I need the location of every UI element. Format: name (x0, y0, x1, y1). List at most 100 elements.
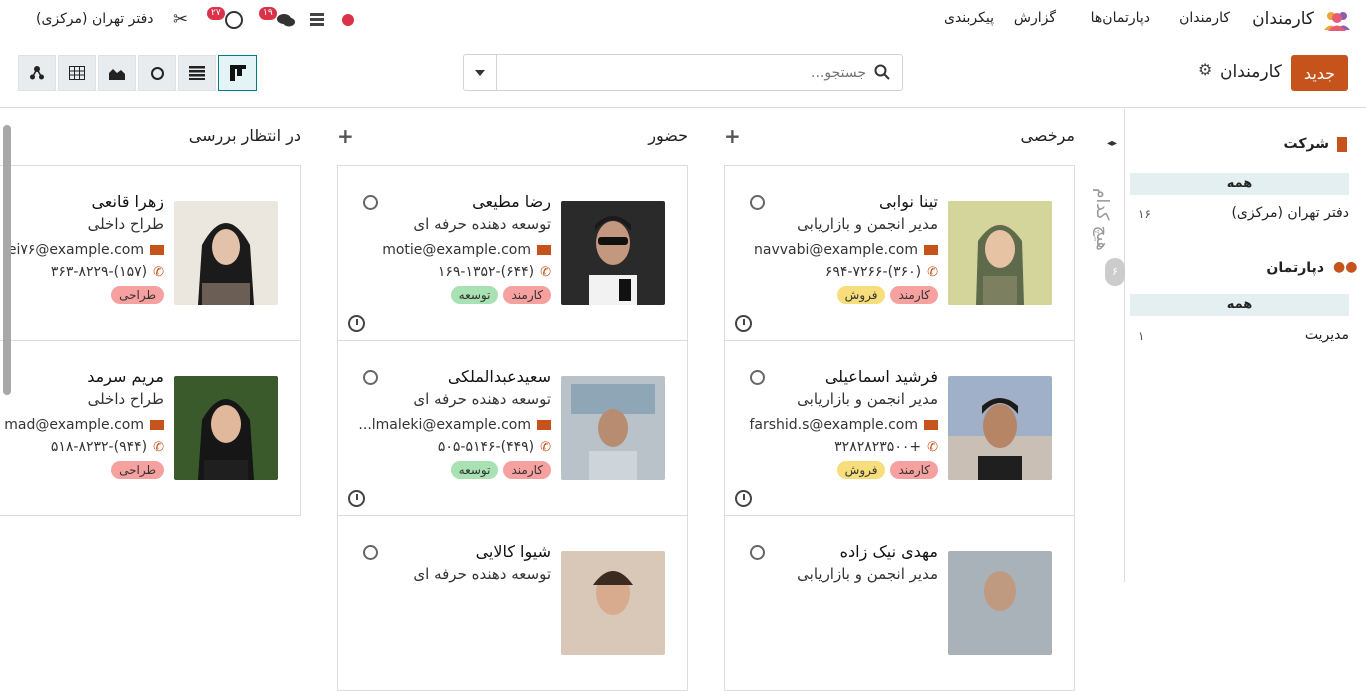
employee-card[interactable]: مهدی نیک زاده مدیر انجمن و بازاریابی (724, 515, 1075, 691)
company-filter-all[interactable]: همه (1130, 173, 1349, 195)
menu-departments[interactable]: دپارتمان‌ها (1091, 10, 1150, 26)
add-card-time-off-button[interactable]: + (724, 124, 741, 148)
new-button[interactable]: جدید (1291, 55, 1348, 91)
employee-card[interactable]: رضا مطیعی توسعه دهنده حرفه ای motie@exam… (337, 165, 688, 341)
email-text: mad@example.com (4, 417, 144, 433)
breadcrumb: کارمندان (1220, 62, 1282, 82)
employee-email[interactable]: farshid.s@example.com (738, 414, 938, 436)
search-panel: شرکت همه دفتر تهران (مرکزی) ۱۶ ●● دپارتم… (1124, 109, 1366, 582)
employee-job-title: مدیر انجمن و بازاریابی (797, 390, 938, 408)
employee-name: تینا نوابی (878, 192, 938, 211)
column-title-present: حضور (648, 126, 688, 145)
employee-email[interactable]: motie@example.com (351, 239, 551, 261)
presence-status-icon (363, 195, 378, 210)
employee-phone[interactable]: ✆ (۶۴۴)-۱۶۹-۱۳۵۲ (351, 261, 551, 283)
phone-text: (۶۴۴)-۱۶۹-۱۳۵۲ (437, 264, 535, 280)
employee-phone[interactable]: ✆ (۴۴۹)-۵۰۵-۵۱۴۶ (351, 436, 551, 458)
department-filter-title: دپارتمان (1266, 260, 1324, 276)
activity-clock-icon[interactable] (225, 11, 243, 29)
employee-tags: کارمند فروش (738, 461, 938, 479)
settings-gear-icon[interactable]: ⚙ (1198, 60, 1212, 79)
envelope-icon (537, 420, 551, 430)
activity-view-button[interactable] (138, 55, 176, 91)
employee-name: فرشید اسماعیلی (824, 367, 938, 386)
employee-avatar (561, 201, 665, 305)
company-filter-title: شرکت (1283, 136, 1329, 152)
employee-info: رضا مطیعی توسعه دهنده حرفه ای motie@exam… (351, 192, 551, 304)
chat-icon[interactable] (276, 11, 296, 29)
status-dot-icon[interactable] (342, 14, 354, 26)
tools-icon[interactable]: ✂ (173, 11, 188, 29)
presence-status-icon (363, 545, 378, 560)
add-card-present-button[interactable]: + (337, 124, 354, 148)
employee-card[interactable]: سعیدعبدالملکی توسعه دهنده حرفه ای lmalek… (337, 340, 688, 516)
employee-job-title: طراح داخلی (87, 215, 164, 233)
activity-clock-icon[interactable] (735, 490, 752, 507)
employee-email[interactable]: lmaleki@example.com... (351, 414, 551, 436)
activity-clock-icon[interactable] (348, 490, 365, 507)
employee-phone[interactable]: ✆ (۹۴۴)-۵۱۸-۸۲۳۲ (0, 436, 164, 458)
email-text: farshid.s@example.com (749, 417, 918, 433)
table-icon (69, 66, 85, 80)
menu-employees[interactable]: کارمندان (1179, 10, 1230, 26)
phone-text: (۴۴۹)-۵۰۵-۵۱۴۶ (437, 439, 535, 455)
employee-card[interactable]: تینا نوابی مدیر انجمن و بازاریابی navvab… (724, 165, 1075, 341)
database-icon[interactable] (310, 12, 324, 26)
employee-phone[interactable]: ✆ +۳۲۸۲۸۲۳۵۰۰ (738, 436, 938, 458)
employee-job-title: مدیر انجمن و بازاریابی (797, 215, 938, 233)
column-title-pending: در انتظار بررسی (188, 126, 301, 145)
employee-job-title: توسعه دهنده حرفه ای (413, 215, 551, 233)
clock-icon (150, 66, 164, 80)
search-options-toggle[interactable] (464, 55, 497, 90)
employee-tags: طراحی (0, 286, 164, 304)
activity-badge: ۲۷ (207, 7, 225, 20)
activity-clock-icon[interactable] (735, 315, 752, 332)
employee-email[interactable]: navvabi@example.com (738, 239, 938, 261)
area-chart-icon (109, 68, 125, 80)
employee-email[interactable]: mad@example.com (0, 414, 164, 436)
scrollbar[interactable] (3, 125, 11, 395)
phone-icon: ✆ (540, 264, 551, 280)
list-view-button[interactable] (178, 55, 216, 91)
employee-avatar (561, 551, 665, 655)
employee-card[interactable]: فرشید اسماعیلی مدیر انجمن و بازاریابی fa… (724, 340, 1075, 516)
employee-tags: کارمند توسعه (351, 286, 551, 304)
employee-card[interactable]: مریم سرمد طراح داخلی mad@example.com ✆ (۹… (0, 340, 301, 516)
employee-tags: کارمند توسعه (351, 461, 551, 479)
presence-status-icon (750, 195, 765, 210)
expand-arrows-icon[interactable]: ◂▸ (1107, 138, 1117, 149)
app-name[interactable]: کارمندان (1252, 9, 1314, 29)
email-text: navvabi@example.com (754, 242, 918, 258)
search-icon[interactable] (874, 64, 890, 80)
company-switcher[interactable]: دفتر تهران (مرکزی) (36, 11, 154, 27)
employee-card[interactable]: زهرا قانعی طراح داخلی ei۷۶@example.com ✆… (0, 165, 301, 341)
hierarchy-view-button[interactable] (18, 55, 56, 91)
company-filter-item[interactable]: دفتر تهران (مرکزی) (1231, 205, 1349, 221)
employee-info: زهرا قانعی طراح داخلی ei۷۶@example.com ✆… (0, 192, 164, 304)
folded-column[interactable]: ◂▸ هیچ کدام ۶ (1092, 138, 1125, 438)
presence-status-icon (750, 370, 765, 385)
phone-icon: ✆ (927, 264, 938, 280)
graph-view-button[interactable] (98, 55, 136, 91)
department-filter-all[interactable]: همه (1130, 294, 1349, 316)
kanban-view-button[interactable] (218, 55, 257, 91)
employee-name: سعیدعبدالملکی (447, 367, 551, 386)
envelope-icon (924, 420, 938, 430)
employee-phone[interactable]: ✆ (۳۶۰)-۶۹۴-۷۲۶۶ (738, 261, 938, 283)
employee-job-title: توسعه دهنده حرفه ای (413, 390, 551, 408)
employee-phone[interactable]: ✆ (۱۵۷)-۳۶۳-۸۲۲۹ (0, 261, 164, 283)
app-logo-icon[interactable] (1322, 9, 1352, 31)
envelope-icon (150, 245, 164, 255)
employee-job-title: طراح داخلی (87, 390, 164, 408)
employee-email[interactable]: ei۷۶@example.com (0, 239, 164, 261)
pivot-view-button[interactable] (58, 55, 96, 91)
employee-card[interactable]: شیوا کالایی توسعه دهنده حرفه ای (337, 515, 688, 691)
phone-text: (۳۶۰)-۶۹۴-۷۲۶۶ (824, 264, 922, 280)
search-input[interactable] (506, 61, 866, 85)
activity-clock-icon[interactable] (348, 315, 365, 332)
employee-tags: کارمند فروش (738, 286, 938, 304)
menu-configuration[interactable]: پیکربندی (944, 10, 994, 26)
menu-reports[interactable]: گزارش (1014, 10, 1056, 26)
department-filter-item[interactable]: مدیریت (1305, 327, 1349, 343)
phone-text: +۳۲۸۲۸۲۳۵۰۰ (834, 439, 922, 455)
